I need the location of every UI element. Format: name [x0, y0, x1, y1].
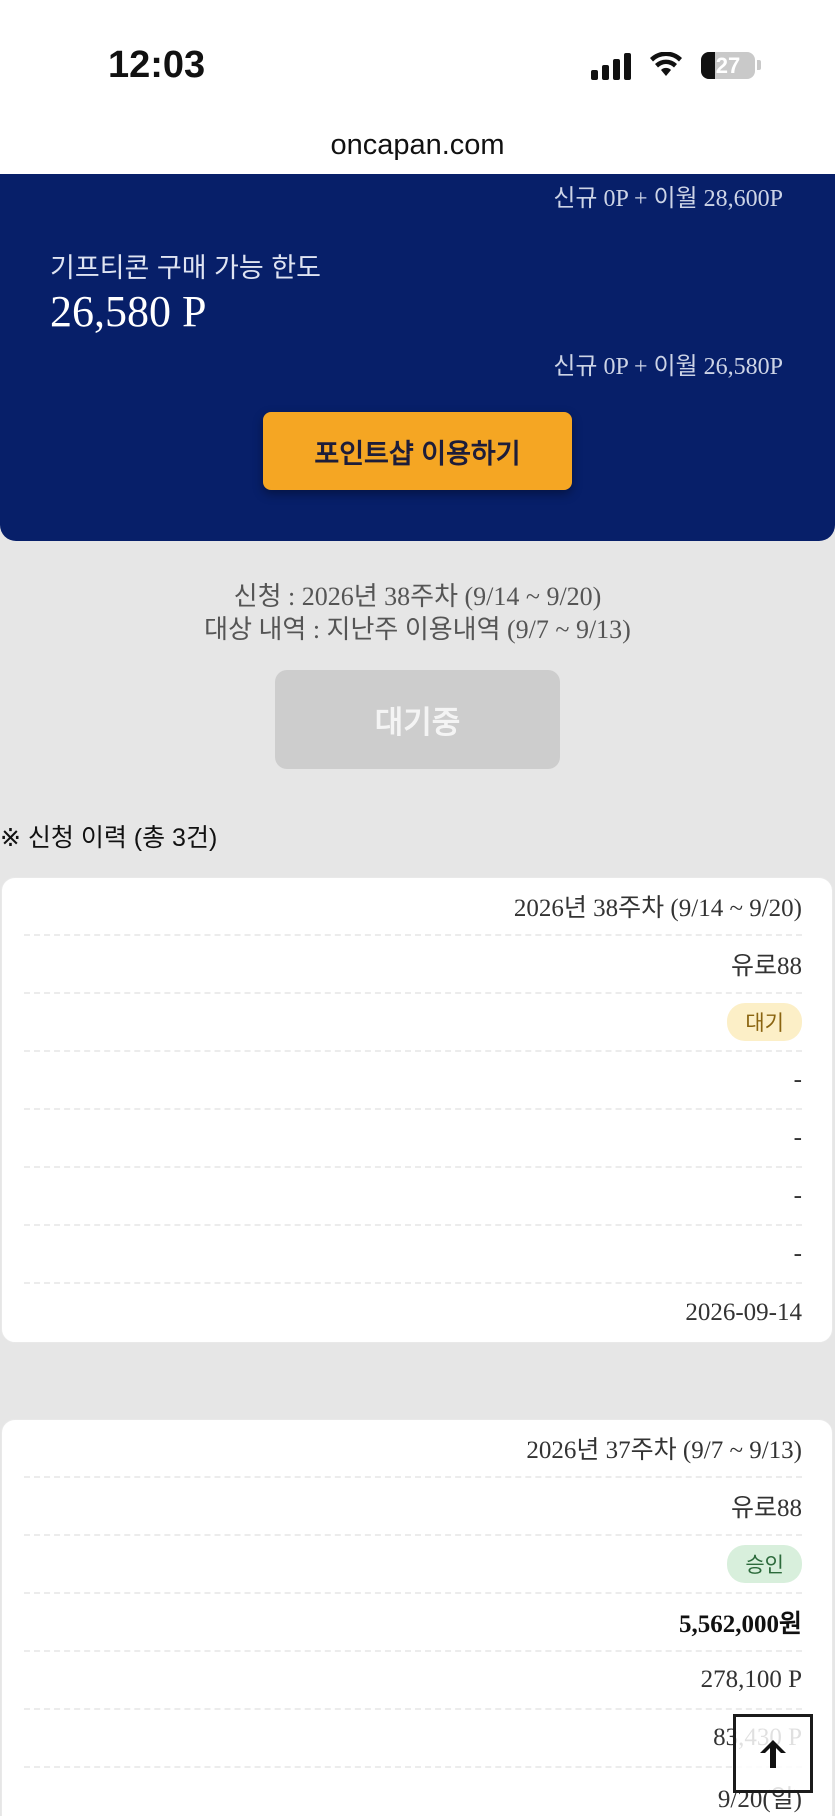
apply-info: 신청 : 2026년 38주차 (9/14 ~ 9/20) 대상 내역 : 지난…: [0, 580, 835, 646]
status-bar: 12:03 27: [0, 0, 835, 110]
points-panel: 신규 0P + 이월 28,600P 기프티콘 구매 가능 한도 26,580 …: [0, 174, 835, 541]
points-breakdown-bottom: 신규 0P + 이월 26,580P: [553, 354, 783, 380]
apply-week: 신청 : 2026년 38주차 (9/14 ~ 9/20): [233, 582, 602, 611]
wifi-icon: [650, 52, 682, 76]
status-icons: 27: [591, 50, 761, 80]
card-week: 2026년 37주차 (9/7 ~ 9/13): [24, 1420, 802, 1478]
history-title: ※ 신청 이력 (총 3건): [0, 824, 218, 852]
card-site: 유로88: [24, 936, 802, 994]
url-text: oncapan.com: [330, 129, 505, 161]
url-bar[interactable]: oncapan.com: [0, 110, 835, 174]
card-extra: 83,430 P: [24, 1710, 802, 1768]
history-card: 2026년 37주차 (9/7 ~ 9/13) 유로88 승인 5,562,00…: [1, 1419, 833, 1816]
gifticon-limit-label: 기프티콘 구매 가능 한도: [50, 253, 321, 283]
point-shop-button[interactable]: 포인트샵 이용하기: [263, 412, 572, 490]
points-breakdown-top: 신규 0P + 이월 28,600P: [553, 186, 783, 212]
card-extra2: -: [24, 1226, 802, 1284]
status-badge: 승인: [727, 1545, 802, 1583]
waiting-button[interactable]: 대기중: [275, 670, 560, 769]
battery-icon: 27: [701, 51, 755, 79]
status-time: 12:03: [108, 44, 206, 86]
card-site: 유로88: [24, 1478, 802, 1536]
gifticon-limit-value: 26,580 P: [50, 287, 207, 336]
history-card: 2026년 38주차 (9/14 ~ 9/20) 유로88 대기 - - - -…: [1, 877, 833, 1343]
battery-level: 27: [715, 52, 741, 78]
card-amount: 5,562,000원: [24, 1594, 802, 1652]
scroll-top-button[interactable]: [733, 1714, 813, 1793]
card-status-row: 대기: [24, 994, 802, 1052]
arrow-up-icon: [760, 1739, 786, 1768]
status-badge: 대기: [727, 1003, 802, 1041]
apply-target: 대상 내역 : 지난주 이용내역 (9/7 ~ 9/13): [204, 615, 631, 644]
card-date: 2026-09-14: [685, 1299, 802, 1326]
card-points: -: [24, 1110, 802, 1168]
card-amount: -: [24, 1052, 802, 1110]
card-status-row: 승인: [24, 1536, 802, 1594]
card-date: 9/20(일): [717, 1786, 802, 1813]
battery-tip: [757, 60, 761, 70]
card-week: 2026년 38주차 (9/14 ~ 9/20): [24, 878, 802, 936]
cellular-signal-icon: [591, 50, 631, 80]
card-extra: -: [24, 1168, 802, 1226]
card-points: 278,100 P: [24, 1652, 802, 1710]
